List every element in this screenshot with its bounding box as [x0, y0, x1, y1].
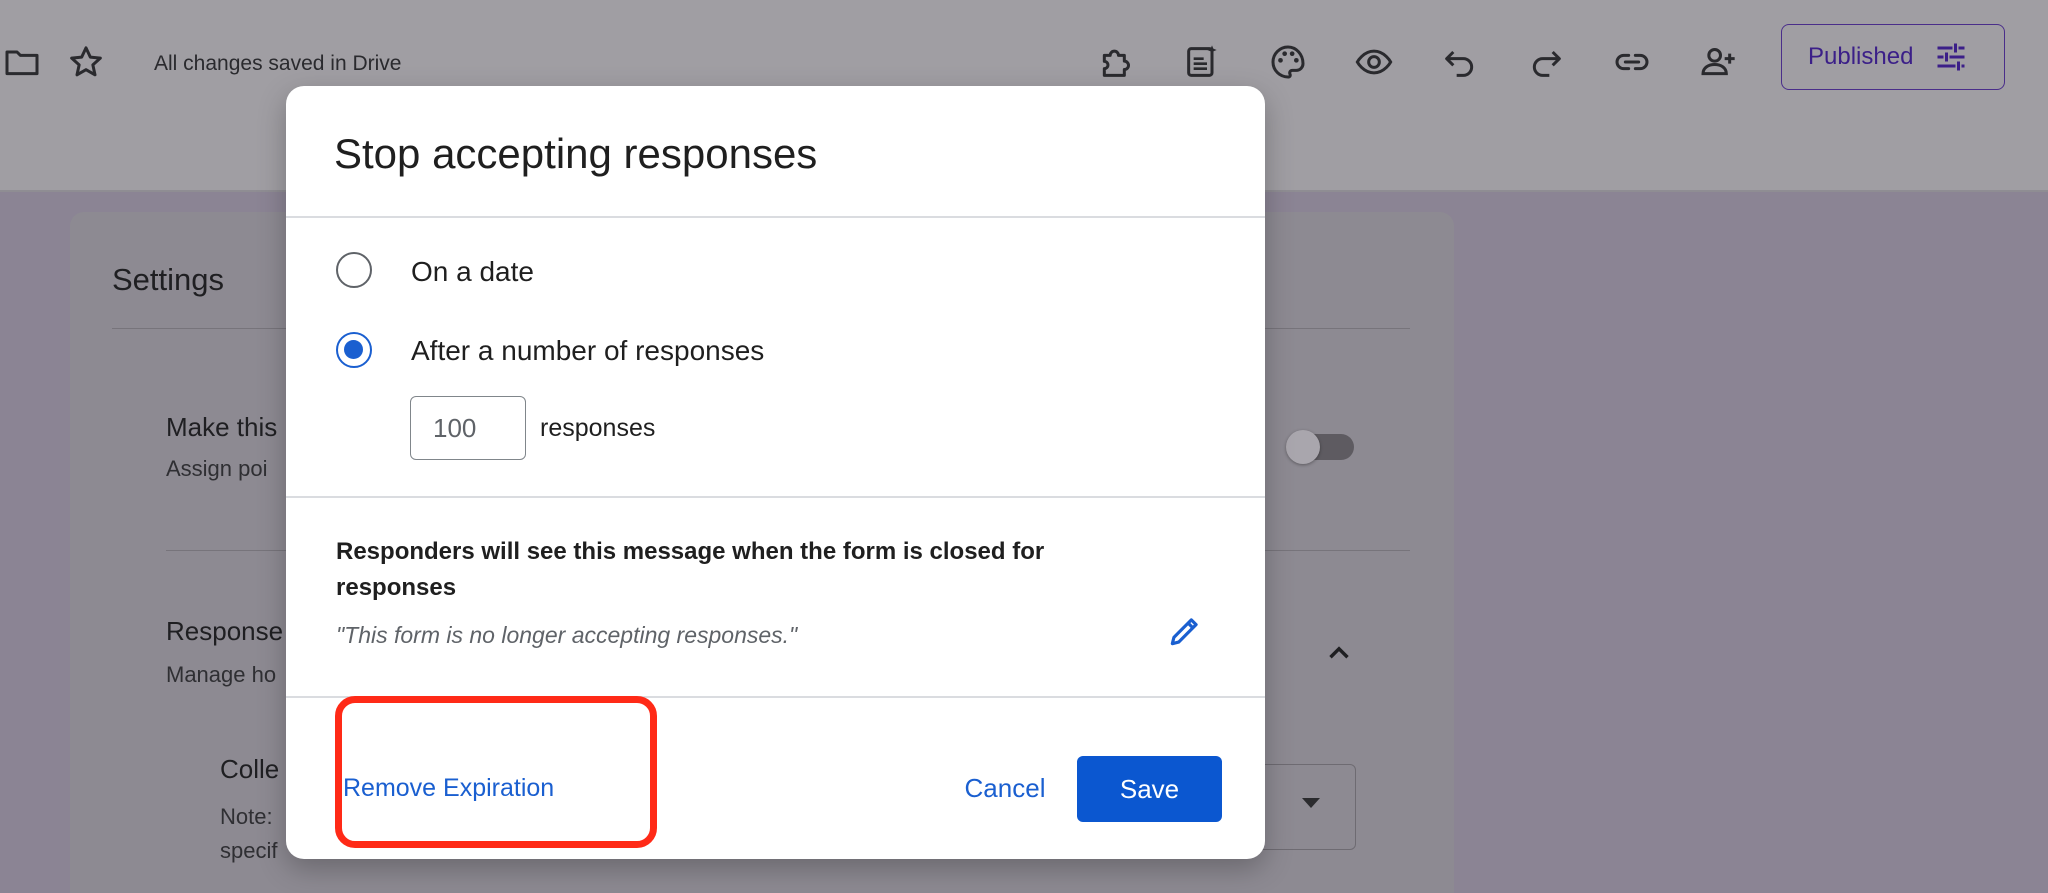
addon-icon[interactable] — [1094, 40, 1138, 84]
collect-emails-note-line2: specif — [220, 838, 278, 863]
response-count-input[interactable] — [410, 396, 526, 460]
save-button[interactable]: Save — [1077, 756, 1222, 822]
quiz-toggle-knob[interactable] — [1286, 430, 1320, 464]
folder-icon[interactable] — [0, 40, 44, 84]
save-status-text: All changes saved in Drive — [154, 52, 402, 75]
dialog-title: Stop accepting responses — [334, 130, 818, 177]
annotation-highlight-box — [335, 696, 657, 848]
palette-icon[interactable] — [1266, 40, 1310, 84]
tune-icon — [1937, 43, 1965, 71]
collect-emails-note: Note: — [220, 804, 273, 829]
radio-after-responses-label[interactable]: After a number of responses — [411, 335, 764, 367]
edit-pencil-icon[interactable] — [1166, 612, 1204, 650]
customize-form-icon[interactable] — [1180, 40, 1224, 84]
dialog-divider-top — [286, 216, 1265, 218]
dropdown-caret-icon — [1302, 798, 1320, 808]
redo-icon[interactable] — [1524, 40, 1568, 84]
radio-after-responses[interactable] — [336, 332, 372, 368]
quiz-setting-description: Assign poi — [166, 456, 268, 481]
published-label: Published — [1808, 43, 1914, 70]
star-icon[interactable] — [64, 40, 108, 84]
undo-icon[interactable] — [1438, 40, 1482, 84]
cancel-button[interactable]: Cancel — [946, 756, 1064, 820]
dialog-divider-middle — [286, 496, 1265, 498]
collect-emails-label: Colle — [220, 754, 280, 784]
preview-icon[interactable] — [1352, 40, 1396, 84]
closed-message-text: "This form is no longer accepting respon… — [336, 622, 798, 648]
chevron-up-icon[interactable] — [1322, 636, 1356, 670]
responses-section-description: Manage ho — [166, 662, 277, 687]
add-collaborator-icon[interactable] — [1696, 40, 1740, 84]
response-count-suffix: responses — [540, 414, 656, 442]
link-icon[interactable] — [1610, 40, 1654, 84]
radio-on-a-date-label[interactable]: On a date — [411, 256, 534, 288]
published-button[interactable]: Published — [1781, 24, 2005, 90]
settings-title: Settings — [112, 262, 225, 297]
responses-section-label: Response — [166, 616, 284, 646]
closed-message-heading: Responders will see this message when th… — [336, 538, 1045, 601]
quiz-setting-label: Make this — [166, 412, 278, 442]
radio-on-a-date[interactable] — [336, 252, 372, 288]
